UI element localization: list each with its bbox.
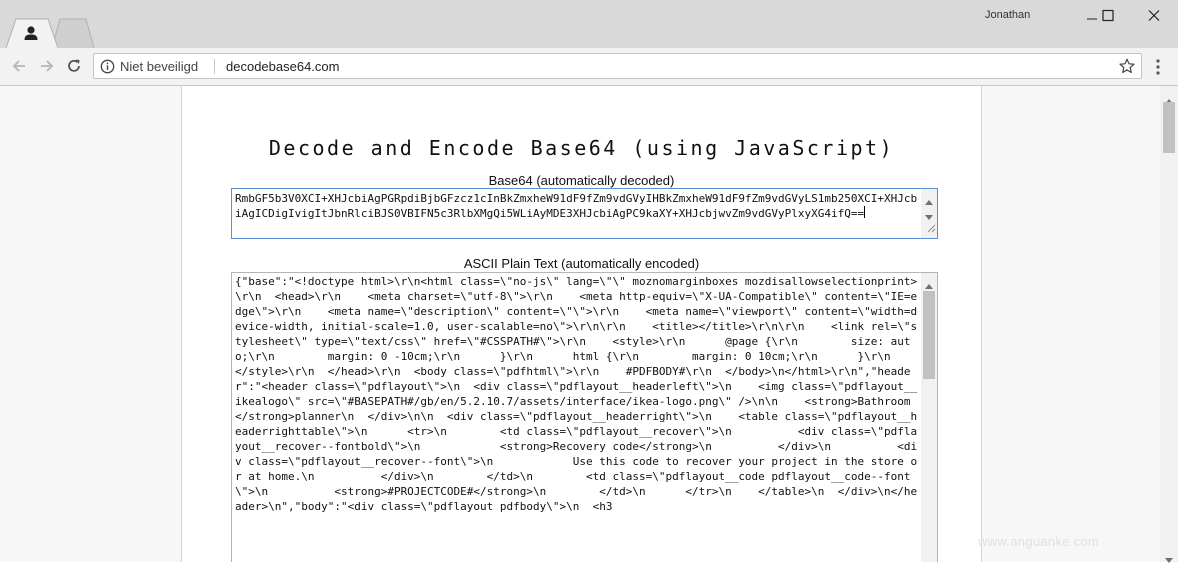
address-bar[interactable]: Niet beveiligd decodebase64.com (93, 53, 1142, 79)
menu-icon[interactable] (1150, 58, 1166, 76)
page-title: Decode and Encode Base64 (using JavaScri… (268, 136, 895, 160)
ascii-textarea[interactable]: {"base":"<!doctype html>\r\n<html class=… (231, 272, 938, 562)
ascii-text: {"base":"<!doctype html>\r\n<html class=… (235, 275, 918, 513)
forward-button[interactable] (35, 54, 59, 78)
watermark: www.anguanke.com (978, 534, 1100, 549)
reload-button[interactable] (62, 54, 86, 78)
tab-new[interactable] (52, 18, 96, 48)
browser-toolbar: Niet beveiligd decodebase64.com (0, 48, 1178, 86)
ascii-label: ASCII Plain Text (automatically encoded) (463, 256, 700, 271)
page-content: Decode and Encode Base64 (using JavaScri… (181, 86, 982, 562)
omnibox-divider (214, 59, 215, 74)
base64-label: Base64 (automatically decoded) (488, 173, 675, 188)
base64-text: RmbGF5b3V0XCI+XHJcbiAgPGRpdiBjbGFzcz1cIn… (235, 191, 919, 221)
close-button[interactable] (1139, 4, 1169, 26)
base64-value: RmbGF5b3V0XCI+XHJcbiAgPGRpdiBjbGFzcz1cIn… (235, 192, 918, 220)
text-caret (864, 206, 866, 218)
profile-name[interactable]: Jonathan (985, 9, 1030, 21)
ascii-scrollbar[interactable] (921, 273, 937, 562)
resize-grip-icon[interactable] (926, 222, 936, 237)
page-viewport: Decode and Encode Base64 (using JavaScri… (0, 86, 1160, 562)
page-scrollbar[interactable] (1160, 86, 1178, 563)
scroll-up-icon[interactable] (925, 194, 933, 209)
url-text[interactable]: decodebase64.com (226, 59, 339, 74)
base64-textarea[interactable]: RmbGF5b3V0XCI+XHJcbiAgPGRpdiBjbGFzcz1cIn… (231, 188, 938, 239)
page-scroll-thumb[interactable] (1163, 102, 1175, 153)
tab-active[interactable] (6, 18, 58, 48)
info-icon[interactable] (100, 59, 115, 79)
star-icon[interactable] (1119, 58, 1135, 79)
ascii-scroll-thumb[interactable] (923, 291, 935, 379)
maximize-button[interactable] (1093, 4, 1123, 26)
security-label[interactable]: Niet beveiligd (120, 59, 198, 74)
title-bar: Jonathan (0, 0, 1178, 48)
scroll-down-icon[interactable] (1165, 550, 1173, 568)
back-button[interactable] (7, 54, 31, 78)
